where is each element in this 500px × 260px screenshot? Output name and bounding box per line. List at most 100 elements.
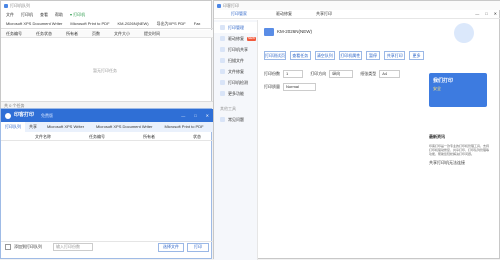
menu-bar: 文件 打印机 查看 帮助 ▾ 打印机	[1, 11, 213, 19]
col-header[interactable]: 任务状态	[36, 31, 52, 36]
view-tasks-button[interactable]: 查看任务	[290, 51, 311, 60]
title-bar: 打印机队列	[1, 1, 213, 10]
col-header[interactable]: 页数	[92, 31, 100, 36]
file-icon	[220, 69, 225, 74]
setting-label: 打印方向	[310, 71, 327, 76]
logo-icon	[5, 112, 11, 119]
check-icon	[220, 80, 225, 85]
client-tabs: 打印队列 共享 Microsoft XPS Writer Microsoft X…	[1, 122, 222, 132]
menu-help[interactable]: 帮助	[55, 13, 63, 17]
queue-header: 任务编号 任务状态 所有者 页数 文件大小 提交时间	[1, 30, 213, 38]
paper-select[interactable]: A4	[379, 70, 401, 78]
client-logo: 印客打印	[14, 112, 35, 118]
news-item[interactable]: 共享打印机无法连接	[429, 160, 489, 165]
print-client-window: 印客打印 免费版 — □ ✕ 打印队列 共享 Microsoft XPS Wri…	[0, 108, 222, 259]
col-header[interactable]: 所有者	[66, 31, 78, 36]
setting-label: 打印份数	[264, 71, 280, 76]
sidebar-item-printer-check[interactable]: 打印机检测	[214, 77, 257, 88]
tab-xps-writer[interactable]: Microsoft XPS Document Writer	[6, 22, 62, 26]
ad-line2: 安全	[433, 86, 441, 91]
tab-driver-repair[interactable]: 驱动修复	[264, 9, 304, 19]
ad-banner[interactable]: 我们打印 安全	[429, 73, 487, 107]
more-button[interactable]: 更多	[409, 51, 425, 60]
print-button[interactable]: 打印	[187, 242, 209, 252]
minimize-button[interactable]: —	[181, 113, 185, 118]
question-icon	[220, 117, 225, 122]
grid-icon	[220, 91, 225, 96]
sidebar-section-title: 其他工具	[220, 106, 236, 111]
tab-print-queue[interactable]: 打印队列	[1, 122, 25, 132]
app-title: 印客打印	[223, 2, 239, 8]
printer-icon	[220, 25, 225, 30]
shared-print-button[interactable]: 共享打印	[384, 51, 406, 60]
clear-queue-button[interactable]: 清空队列	[314, 51, 336, 60]
sidebar-item-faq[interactable]: 常见问题	[214, 114, 257, 125]
maximize-button[interactable]: □	[485, 11, 487, 16]
new-badge: NEW	[247, 36, 256, 41]
sidebar-item-printer-share[interactable]: 打印机共享	[214, 44, 257, 55]
tab-pdf[interactable]: Microsoft Print to PDF	[70, 22, 109, 26]
mascot-icon	[454, 23, 474, 43]
menu-extra[interactable]: ▾ 打印机	[70, 13, 85, 17]
maximize-button[interactable]: □	[194, 113, 196, 118]
sidebar-item-more[interactable]: 更多功能	[214, 88, 257, 99]
app-icon	[217, 3, 221, 8]
client-header: 印客打印 免费版 — □ ✕	[1, 109, 213, 122]
menu-printer[interactable]: 打印机	[21, 13, 33, 17]
col-task-id[interactable]: 任务编号	[89, 134, 105, 139]
close-button[interactable]: ✕	[494, 11, 497, 16]
quality-label: 打印质量	[264, 84, 280, 89]
tab-printer-manager[interactable]: 打印管家	[214, 9, 264, 19]
col-status[interactable]: 状态	[193, 134, 201, 139]
tab-km[interactable]: KM-2026N(NEW)	[118, 22, 149, 26]
version-badge: 免费版	[41, 112, 54, 118]
status-text: 共 0 个任务	[4, 102, 25, 108]
sidebar: 打印管理 驱动修复 NEW 打印机共享 扫描文件 文件修复 打印机检测 更多功能 …	[214, 20, 258, 260]
checkbox[interactable]	[5, 244, 11, 250]
client-columns: 文件名称 任务编号 所有者 状态	[1, 133, 213, 141]
scan-icon	[220, 58, 225, 63]
copies-select[interactable]: 1	[283, 70, 304, 78]
minimize-button[interactable]: —	[475, 11, 479, 16]
printer-name: KM-2026N(NEW)	[277, 28, 313, 34]
printer-icon	[4, 3, 8, 8]
tab-fax[interactable]: Fax	[194, 22, 201, 26]
client-footer: 添加到打印队列 输入打印份数 选择文件 打印	[1, 241, 213, 252]
copies-input[interactable]: 输入打印份数	[53, 243, 93, 251]
tab-print-pdf[interactable]: Microsoft Print to PDF	[158, 122, 209, 132]
tab-share[interactable]: 共享	[25, 122, 41, 132]
pause-button[interactable]: 暂停	[365, 51, 381, 60]
print-test-page-button[interactable]: 打印测试页	[264, 51, 286, 60]
empty-queue-text: 暂无打印任务	[93, 68, 117, 73]
quality-select[interactable]: Normal	[283, 83, 316, 91]
col-header[interactable]: 任务编号	[6, 31, 22, 36]
tab-shared-print[interactable]: 共享打印	[304, 9, 344, 19]
menu-view[interactable]: 查看	[40, 13, 48, 17]
checkbox-label: 添加到打印队列	[14, 244, 42, 249]
printer-icon	[264, 28, 274, 36]
close-button[interactable]: ✕	[206, 113, 209, 118]
printer-properties-button[interactable]: 打印机属性	[339, 51, 362, 60]
ad-line1: 我们打印	[433, 78, 454, 84]
window-title: 打印机队列	[10, 2, 30, 8]
col-file-name[interactable]: 文件名称	[35, 134, 51, 139]
news-panel: 最新资讯 印客打印是一款专业的打印机管理工具，支持打印机驱动修复、共享打印、打印…	[429, 135, 489, 245]
sidebar-item-scan[interactable]: 扫描文件	[214, 55, 257, 66]
setting-label: 纸张类型	[360, 71, 377, 76]
tab-xps-writer[interactable]: Microsoft XPS Writer	[41, 122, 90, 132]
sidebar-item-driver-repair[interactable]: 驱动修复 NEW	[214, 33, 257, 44]
orientation-select[interactable]: 纵向	[329, 70, 354, 78]
printer-tabs: Microsoft XPS Document Writer Microsoft …	[1, 20, 213, 29]
col-owner[interactable]: 所有者	[143, 134, 155, 139]
sidebar-item-print-manage[interactable]: 打印管理	[214, 22, 257, 33]
menu-file[interactable]: 文件	[6, 13, 14, 17]
col-header[interactable]: 提交时间	[144, 31, 160, 36]
printer-panel: KM-2026N(NEW) 打印测试页 查看任务 清空队列 打印机属性 暂停 共…	[264, 23, 425, 143]
news-body: 印客打印是一款专业的打印机管理工具，支持打印机驱动修复、共享打印、打印队列管理等…	[429, 144, 490, 156]
quality-row: 打印质量 Normal	[264, 83, 424, 91]
col-header[interactable]: 文件大小	[114, 31, 130, 36]
tab-xps-pdf[interactable]: 导出为XPS PDF	[157, 22, 186, 26]
tab-xps-doc-writer[interactable]: Microsoft XPS Document Writer	[90, 122, 158, 132]
sidebar-item-file-repair[interactable]: 文件修复	[214, 66, 257, 77]
select-file-button[interactable]: 选择文件	[158, 242, 184, 252]
